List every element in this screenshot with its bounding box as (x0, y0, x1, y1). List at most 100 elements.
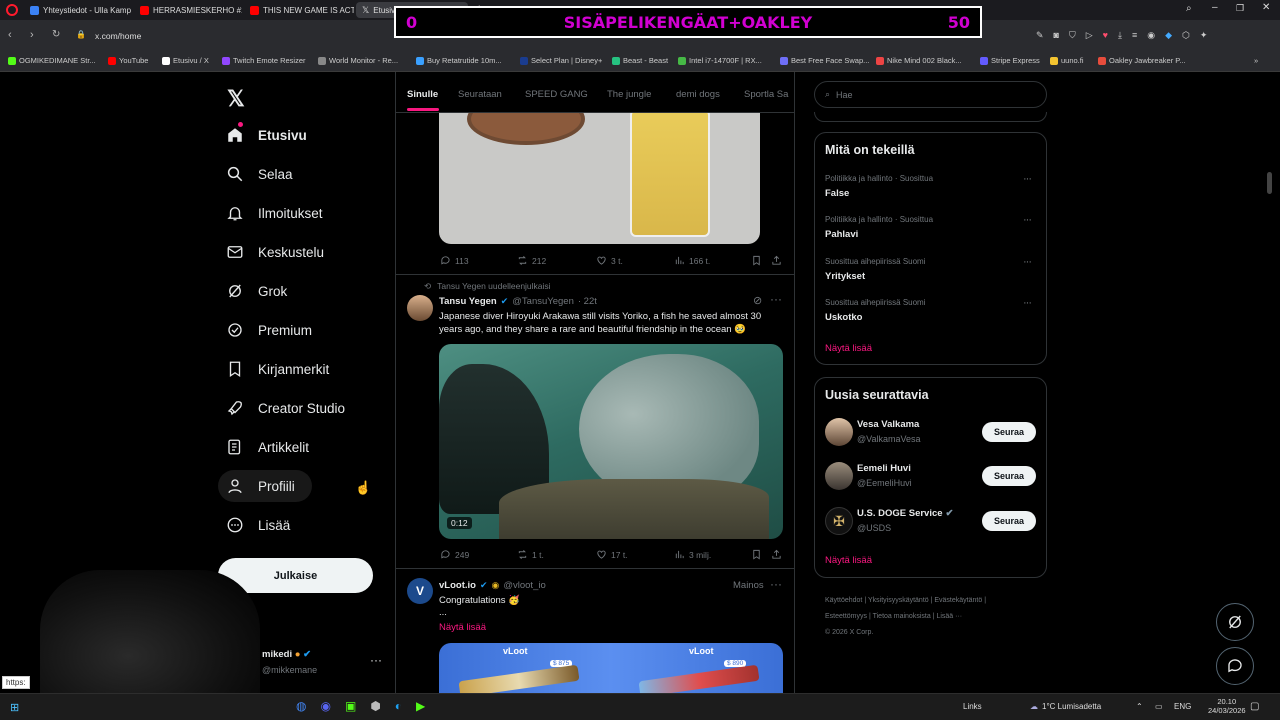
post3-author-name[interactable]: vLoot.io (439, 580, 476, 591)
extension-icon[interactable]: ◆ (1165, 30, 1172, 41)
trend-more-icon[interactable]: ··· (1023, 214, 1032, 226)
close-window-button[interactable]: ✕ (1262, 2, 1270, 13)
bookmark-5[interactable]: Buy Retatrutide 10m... (416, 56, 502, 65)
nav-messages[interactable]: Keskustelu (226, 241, 324, 263)
nav-bookmarks[interactable]: Kirjanmerkit (226, 358, 329, 380)
grok-float-button[interactable] (1216, 603, 1254, 641)
post1-image[interactable] (439, 113, 760, 244)
tab-demi-dogs[interactable]: demi dogs (676, 89, 720, 100)
bookmark-1[interactable]: YouTube (108, 56, 148, 65)
post3-avatar[interactable]: V (407, 578, 433, 604)
tab-for-you[interactable]: Sinulle (407, 89, 438, 100)
clock[interactable]: 20.10 24/03/2026 (1208, 697, 1246, 715)
play-icon[interactable]: ▷ (1086, 30, 1093, 41)
streamlabs-app-icon[interactable]: ▶ (416, 699, 425, 713)
nav-premium[interactable]: Premium (226, 319, 312, 341)
links-toolbar[interactable]: Links (963, 702, 982, 711)
tab-following[interactable]: Seurataan (458, 89, 502, 100)
maximize-button[interactable]: ❐ (1236, 3, 1244, 14)
post3-card-image[interactable]: vLoot vLoot $ 875 $ 890 (439, 643, 783, 693)
post2-reply[interactable]: 249 (440, 549, 469, 560)
trend-item[interactable]: Suosittua aihepiirissä Suomi Yritykset (825, 257, 926, 282)
minimize-button[interactable]: – (1212, 2, 1218, 13)
bookmark-11[interactable]: Stripe Express (980, 56, 1040, 65)
weather-widget[interactable]: ☁ 1°C Lumisadetta (1030, 702, 1101, 711)
bookmark-0[interactable]: OGMIKEDIMANE Str... (8, 56, 96, 65)
bookmark-4[interactable]: World Monitor - Re... (318, 56, 398, 65)
post2-author-name[interactable]: Tansu Yegen (439, 296, 497, 307)
follow-name[interactable]: Vesa Valkama (857, 419, 919, 430)
nav-profile[interactable]: Profiili (226, 475, 295, 497)
bookmark-7[interactable]: Beast - Beast (612, 56, 668, 65)
url-field[interactable]: x.com/home (95, 31, 141, 41)
discord-app-icon[interactable]: ◉ (320, 699, 330, 713)
footer-link[interactable]: Käyttöehdot (825, 597, 862, 604)
footer-link[interactable]: Tietoa mainoksista (873, 613, 931, 620)
post2-handle[interactable]: @TansuYegen (512, 296, 574, 307)
nav-more[interactable]: Lisää (226, 514, 290, 536)
post2-views[interactable]: 3 milj. (674, 549, 711, 560)
bookmark-9[interactable]: Best Free Face Swap... (780, 56, 869, 65)
nav-notifications[interactable]: Ilmoitukset (226, 202, 323, 224)
reload-icon[interactable]: ↻ (52, 29, 60, 40)
post1-repost[interactable]: 212 (517, 255, 546, 266)
nav-explore[interactable]: Selaa (226, 163, 293, 185)
nav-home[interactable]: Etusivu (226, 124, 307, 146)
trend-item[interactable]: Politiikka ja hallinto · Suosittua Pahlav… (825, 215, 933, 240)
forward-icon[interactable]: › (30, 29, 34, 41)
bookmark-3[interactable]: Twitch Emote Resizer (222, 56, 306, 65)
bookmark-2[interactable]: Etusivu / X (162, 56, 209, 65)
post2-more-icon[interactable]: ··· (770, 292, 782, 306)
footer-link[interactable]: Evästekäytäntö (934, 597, 982, 604)
back-icon[interactable]: ‹ (8, 29, 12, 41)
menu-icon[interactable]: ≡ (1132, 30, 1137, 41)
chrome-app-icon[interactable]: ◍ (296, 699, 306, 713)
opera-logo-icon[interactable] (6, 4, 18, 16)
footer-link[interactable]: Yksityisyyskäytäntö (868, 597, 929, 604)
footer-link[interactable]: Lisää ··· (936, 613, 962, 620)
nav-creator-studio[interactable]: Creator Studio (226, 397, 345, 419)
nav-grok[interactable]: Grok (226, 280, 287, 302)
tab-1[interactable]: Yhteystiedot - Ulla Kamp (24, 2, 132, 18)
post1-views[interactable]: 166 t. (674, 255, 710, 266)
edge-app-icon[interactable]: ◐ (395, 699, 402, 713)
follow-avatar[interactable]: ✠ (825, 507, 853, 535)
bookmark-13[interactable]: Oakley Jawbreaker P... (1098, 56, 1186, 65)
download-icon[interactable]: ⤓ (1118, 30, 1122, 41)
camera-icon[interactable]: ◙ (1054, 30, 1059, 41)
edit-icon[interactable]: ✎ (1036, 30, 1044, 41)
tab-sportla[interactable]: Sportla Sa (744, 89, 794, 100)
nav-articles[interactable]: Artikkelit (226, 436, 309, 458)
bookmark-6[interactable]: Select Plan | Disney+ (520, 56, 602, 65)
post2-time[interactable]: · 22t (578, 296, 597, 307)
language-indicator[interactable]: ENG (1174, 702, 1191, 711)
tray-arrow-icon[interactable]: ⌃ (1136, 702, 1143, 711)
page-scrollbar[interactable] (1267, 172, 1272, 194)
post2-bookmark-icon[interactable] (751, 549, 762, 560)
follow-button[interactable]: Seuraa (982, 466, 1036, 486)
post2-video[interactable]: 0:12 (439, 344, 783, 539)
trend-item[interactable]: Suosittua aihepiirissä Suomi Uskotko (825, 298, 926, 323)
x-logo-icon[interactable]: 𝕏 (227, 86, 245, 112)
follow-button[interactable]: Seuraa (982, 422, 1036, 442)
follow-name[interactable]: Eemeli Huvi (857, 463, 911, 474)
post3-handle[interactable]: @vloot_io (503, 580, 545, 591)
tab-3[interactable]: THIS NEW GAME IS ACTU (244, 2, 354, 18)
trend-more-icon[interactable]: ··· (1023, 173, 1032, 185)
kick-app-icon[interactable]: ▣ (345, 699, 356, 713)
heart-icon[interactable]: ♥ (1103, 30, 1108, 41)
tab-the-jungle[interactable]: The jungle (607, 89, 651, 100)
follow-avatar[interactable] (825, 418, 853, 446)
bookmark-12[interactable]: uuno.fi (1050, 56, 1084, 65)
post3-show-more[interactable]: Näytä lisää (439, 622, 486, 633)
post3-more-icon[interactable]: ··· (770, 577, 782, 591)
search-tabs-icon[interactable]: ⌕ (1186, 3, 1192, 14)
post2-share-icon[interactable] (771, 549, 782, 560)
tab-2[interactable]: HERRASMIESKERHO #15 (134, 2, 242, 18)
windows-start-icon[interactable]: ⊞ (10, 701, 19, 714)
cube-icon[interactable]: ⬡ (1182, 30, 1190, 41)
post2-repost[interactable]: 1 t. (517, 549, 544, 560)
messages-float-button[interactable] (1216, 647, 1254, 685)
follow-avatar[interactable] (825, 462, 853, 490)
account-name[interactable]: mikedi ● ✔ (262, 649, 311, 660)
